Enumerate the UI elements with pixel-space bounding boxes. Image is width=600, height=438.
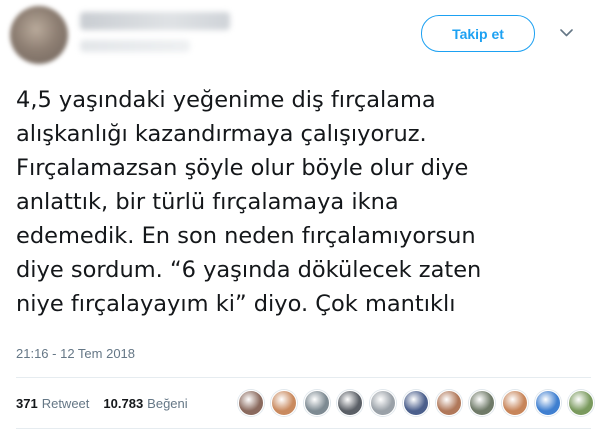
tweet-header: Takip et bbox=[0, 0, 600, 70]
liker-avatar[interactable] bbox=[238, 390, 264, 416]
liker-avatar[interactable] bbox=[469, 390, 495, 416]
liker-avatar[interactable] bbox=[370, 390, 396, 416]
tweet-timestamp[interactable]: 21:16 - 12 Tem 2018 bbox=[16, 346, 135, 361]
tweet-text-line: alışkanlığı kazandırmaya çalışıyoruz. bbox=[16, 121, 427, 147]
divider bbox=[16, 377, 591, 378]
liker-avatar[interactable] bbox=[502, 390, 528, 416]
liker-avatar[interactable] bbox=[304, 390, 330, 416]
username-blurred[interactable] bbox=[80, 40, 190, 52]
tweet-text-line: diye sordum. “6 yaşında dökülecek zaten bbox=[16, 257, 482, 283]
display-name-blurred[interactable] bbox=[80, 12, 230, 30]
divider bbox=[16, 428, 591, 429]
avatar[interactable] bbox=[10, 6, 68, 64]
liker-avatar[interactable] bbox=[535, 390, 561, 416]
retweet-label: Retweet bbox=[41, 395, 90, 411]
retweet-count: 371 bbox=[16, 395, 38, 411]
tweet-text-line: niye fırçalayayım ki” diyo. Çok mantıklı bbox=[16, 291, 456, 317]
tweet-text-line: 4,5 yaşındaki yeğenime diş fırçalama bbox=[16, 87, 436, 113]
tweet-text-line: Fırçalamazsan şöyle olur böyle olur diye bbox=[16, 155, 469, 181]
follow-button[interactable]: Takip et bbox=[421, 15, 535, 52]
like-count: 10.783 bbox=[103, 395, 144, 411]
tweet-stats: 371 Retweet 10.783 Beğeni bbox=[16, 389, 202, 417]
tweet-card: Takip et 4,5 yaşındaki yeğenime diş fırç… bbox=[0, 0, 600, 438]
liker-avatars bbox=[238, 390, 600, 416]
chevron-down-icon[interactable] bbox=[558, 26, 574, 40]
follow-button-label: Takip et bbox=[452, 25, 504, 42]
liker-avatar[interactable] bbox=[403, 390, 429, 416]
liker-avatar[interactable] bbox=[337, 390, 363, 416]
liker-avatar[interactable] bbox=[436, 390, 462, 416]
tweet-text: 4,5 yaşındaki yeğenime diş fırçalama alı… bbox=[16, 83, 586, 321]
tweet-text-line: edemedik. En son neden fırçalamıyorsun bbox=[16, 223, 476, 249]
like-label: Beğeni bbox=[147, 395, 188, 411]
like-count-link[interactable]: 10.783 Beğeni bbox=[103, 396, 187, 411]
liker-avatar[interactable] bbox=[568, 390, 594, 416]
tweet-text-line: anlattık, bir türlü fırçalamaya ikna bbox=[16, 189, 399, 215]
liker-avatar[interactable] bbox=[271, 390, 297, 416]
retweet-count-link[interactable]: 371 Retweet bbox=[16, 396, 89, 411]
